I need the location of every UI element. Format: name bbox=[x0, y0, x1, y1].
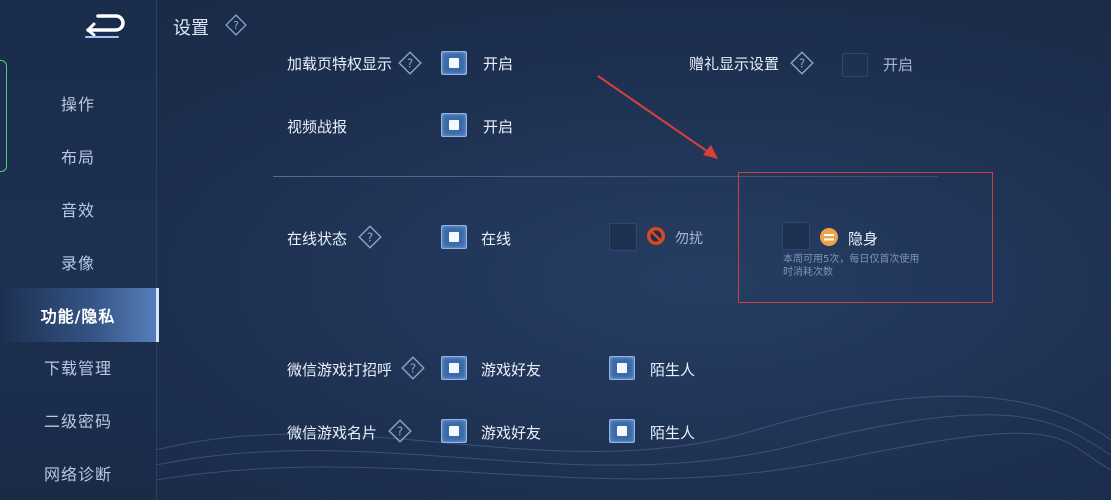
sidebar-item-sound[interactable]: 音效 bbox=[0, 184, 156, 234]
gift-display-checkbox[interactable] bbox=[842, 53, 868, 77]
wechat-card-friends-checkbox[interactable] bbox=[441, 419, 467, 443]
sidebar-item-layout[interactable]: 布局 bbox=[0, 131, 156, 181]
annotation-arrow bbox=[597, 75, 718, 159]
back-icon[interactable] bbox=[80, 10, 128, 40]
sidebar-item-network-diagnosis[interactable]: 网络诊断 bbox=[0, 448, 156, 498]
invisible-usage-note: 本周可用5次，每日仅首次使用时消耗次数 bbox=[783, 254, 920, 278]
svg-text:?: ? bbox=[367, 230, 373, 244]
online-status-label: 在线状态 bbox=[287, 230, 348, 248]
help-icon[interactable]: ? bbox=[790, 51, 814, 75]
page-title: 设置 ? bbox=[173, 14, 247, 40]
svg-text:?: ? bbox=[407, 56, 413, 70]
svg-text:?: ? bbox=[233, 19, 239, 32]
sidebar-item-operation[interactable]: 操作 bbox=[0, 78, 156, 128]
wechat-greet-friends-checkbox[interactable] bbox=[441, 356, 467, 380]
help-icon[interactable]: ? bbox=[358, 225, 382, 249]
wechat-greet-friends-option: 游戏好友 bbox=[481, 361, 542, 379]
online-checkbox[interactable] bbox=[441, 225, 467, 249]
video-report-option: 开启 bbox=[483, 118, 514, 136]
online-option: 在线 bbox=[481, 230, 512, 248]
loading-privilege-checkbox[interactable] bbox=[441, 51, 467, 75]
wechat-greet-label: 微信游戏打招呼 bbox=[287, 361, 393, 379]
dnd-option: 勿扰 bbox=[675, 231, 703, 247]
wechat-card-strangers-option: 陌生人 bbox=[650, 424, 696, 442]
help-icon[interactable]: ? bbox=[398, 51, 422, 75]
page-title-text: 设置 bbox=[173, 18, 209, 39]
svg-text:?: ? bbox=[397, 424, 403, 438]
gift-display-option: 开启 bbox=[883, 56, 914, 74]
help-icon[interactable]: ? bbox=[401, 356, 425, 380]
video-report-label: 视频战报 bbox=[287, 118, 348, 136]
loading-privilege-option: 开启 bbox=[483, 55, 514, 73]
svg-text:?: ? bbox=[799, 56, 805, 70]
sidebar-item-recording[interactable]: 录像 bbox=[0, 237, 156, 287]
loading-privilege-label: 加载页特权显示 bbox=[287, 55, 393, 73]
svg-text:?: ? bbox=[410, 361, 416, 375]
help-icon[interactable]: ? bbox=[388, 419, 412, 443]
invisible-option: 隐身 bbox=[848, 230, 879, 248]
dnd-checkbox[interactable] bbox=[609, 223, 637, 251]
invisible-icon bbox=[820, 228, 838, 246]
wechat-card-friends-option: 游戏好友 bbox=[481, 424, 542, 442]
wechat-card-strangers-checkbox[interactable] bbox=[609, 419, 635, 443]
sidebar: 操作 布局 音效 录像 功能/隐私 下载管理 二级密码 网络诊断 bbox=[0, 0, 159, 500]
do-not-disturb-icon bbox=[647, 227, 665, 245]
sidebar-item-download[interactable]: 下载管理 bbox=[0, 342, 156, 392]
invisible-checkbox[interactable] bbox=[782, 222, 810, 250]
help-icon[interactable]: ? bbox=[225, 14, 247, 36]
wechat-card-label: 微信游戏名片 bbox=[287, 424, 378, 442]
wechat-greet-strangers-option: 陌生人 bbox=[650, 361, 696, 379]
wechat-greet-strangers-checkbox[interactable] bbox=[609, 356, 635, 380]
video-report-checkbox[interactable] bbox=[441, 113, 467, 137]
sidebar-item-function-privacy[interactable]: 功能/隐私 bbox=[0, 288, 159, 342]
sidebar-item-secondary-password[interactable]: 二级密码 bbox=[0, 395, 156, 445]
